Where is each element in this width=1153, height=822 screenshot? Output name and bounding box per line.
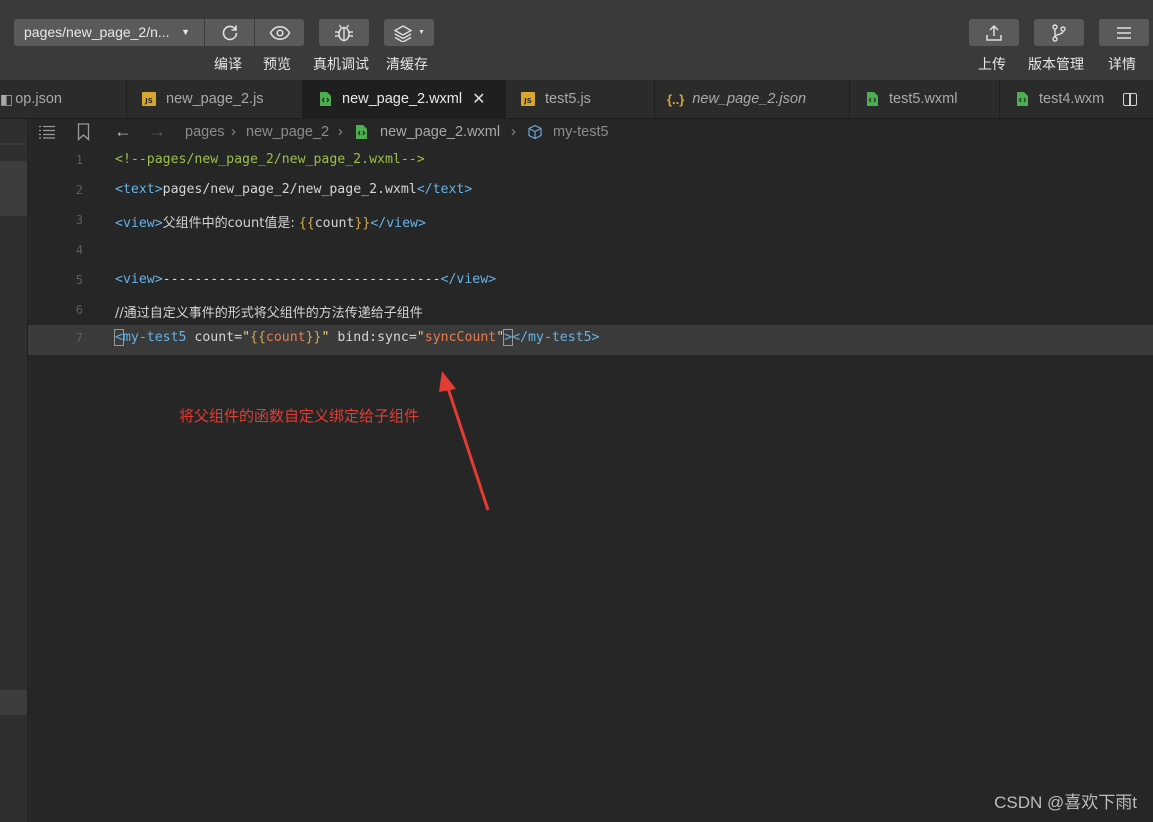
code-line-current: 7 <my-test5 count="{{count}}" bind:sync=… bbox=[28, 325, 1153, 355]
code-line: 5 <view>--------------------------------… bbox=[28, 267, 1153, 297]
split-editor-icon[interactable] bbox=[1123, 93, 1137, 106]
eye-icon bbox=[269, 25, 290, 40]
svg-text:JS: JS bbox=[523, 97, 532, 105]
version-control-button[interactable] bbox=[1034, 19, 1084, 46]
breadcrumb: ← → pages › new_page_2 › new_page_2.wxml… bbox=[28, 119, 1153, 147]
chevron-right-icon: › bbox=[511, 124, 516, 140]
tab-label: new_page_2.json bbox=[692, 91, 807, 107]
back-arrow-icon[interactable]: ← bbox=[114, 121, 132, 142]
chevron-right-icon: › bbox=[231, 124, 236, 140]
line-number: 2 bbox=[75, 183, 83, 197]
watermark: CSDN @喜欢下雨t bbox=[994, 793, 1137, 812]
editor-tab-bar: ◧ op.json JS new_page_2.js new_page_2.wx… bbox=[0, 80, 1153, 119]
tab-label: new_page_2.wxml bbox=[342, 91, 463, 107]
branch-icon bbox=[1052, 23, 1066, 42]
tab-test4-wxml[interactable]: test4.wxm bbox=[1000, 80, 1108, 118]
upload-icon bbox=[986, 24, 1002, 41]
json-file-icon: {..} bbox=[667, 91, 685, 107]
compile-label: 编译 bbox=[214, 56, 242, 72]
panel-item[interactable] bbox=[0, 690, 27, 715]
line-number: 4 bbox=[75, 243, 83, 257]
code-comment: <!--pages/new_page_2/new_page_2.wxml--> bbox=[115, 152, 425, 167]
line-number: 3 bbox=[75, 213, 83, 227]
left-side-panel bbox=[0, 119, 28, 822]
line-number: 6 bbox=[75, 303, 83, 317]
page-select-value: pages/new_page_2/n... bbox=[24, 24, 170, 40]
code-text: <text>pages/new_page_2/new_page_2.wxml</… bbox=[115, 182, 473, 197]
clear-cache-label: 清缓存 bbox=[386, 56, 428, 72]
list-icon[interactable] bbox=[38, 125, 56, 139]
page-select-dropdown[interactable]: pages/new_page_2/n... ▼ bbox=[14, 19, 204, 46]
code-text: //通过自定义事件的形式将父组件的方法传递给子组件 bbox=[115, 306, 423, 321]
js-file-icon: JS bbox=[142, 92, 156, 106]
wxml-file-icon bbox=[867, 92, 878, 106]
panel-divider bbox=[0, 143, 27, 145]
tab-test5-wxml[interactable]: test5.wxml bbox=[850, 80, 1000, 118]
code-text: <my-test5 count="{{count}}" bind:sync="s… bbox=[114, 329, 600, 346]
wxml-file-icon bbox=[320, 92, 331, 106]
details-button[interactable] bbox=[1099, 19, 1149, 46]
tab-label: op.json bbox=[15, 91, 62, 107]
red-arrow-icon bbox=[439, 371, 490, 511]
caret-down-icon: ▼ bbox=[418, 29, 425, 36]
code-line: 2 <text>pages/new_page_2/new_page_2.wxml… bbox=[28, 177, 1153, 207]
close-icon[interactable]: ✕ bbox=[472, 89, 485, 109]
bookmark-icon[interactable] bbox=[77, 123, 90, 141]
code-editor[interactable]: 1 <!--pages/new_page_2/new_page_2.wxml--… bbox=[28, 147, 1153, 822]
tab-new-page-2-wxml[interactable]: new_page_2.wxml ✕ bbox=[303, 80, 506, 118]
details-label: 详情 bbox=[1108, 56, 1136, 72]
line-number: 5 bbox=[75, 273, 83, 287]
tab-test5-js[interactable]: JS test5.js bbox=[506, 80, 655, 118]
clear-cache-button[interactable]: ▼ bbox=[384, 19, 434, 46]
compile-button[interactable] bbox=[205, 19, 254, 46]
cube-icon bbox=[528, 124, 542, 140]
svg-text:JS: JS bbox=[144, 97, 153, 105]
tab-label: test5.wxml bbox=[889, 91, 958, 107]
code-text: <view>父组件中的count值是: {{count}}</view> bbox=[115, 216, 426, 231]
tab-label: test5.js bbox=[545, 91, 591, 107]
upload-button[interactable] bbox=[969, 19, 1019, 46]
code-line: 6 //通过自定义事件的形式将父组件的方法传递给子组件 bbox=[28, 297, 1153, 327]
wxml-file-icon bbox=[356, 125, 367, 139]
line-number: 1 bbox=[75, 153, 83, 167]
forward-arrow-icon[interactable]: → bbox=[148, 121, 166, 142]
chevron-right-icon: › bbox=[338, 124, 343, 140]
code-line: 3 <view>父组件中的count值是: {{count}}</view> bbox=[28, 207, 1153, 237]
tab-label: test4.wxm bbox=[1039, 91, 1105, 107]
tab-app-json[interactable]: ◧ op.json bbox=[0, 80, 127, 118]
annotation-text: 将父组件的函数自定义绑定给子组件 bbox=[179, 408, 420, 425]
arrow-left-icon: ◧ bbox=[0, 90, 14, 107]
code-text: <view>----------------------------------… bbox=[115, 272, 497, 287]
js-file-icon: JS bbox=[521, 92, 535, 106]
breadcrumb-item[interactable]: new_page_2.wxml bbox=[380, 124, 500, 140]
preview-label: 预览 bbox=[263, 56, 291, 72]
refresh-icon bbox=[222, 25, 237, 40]
bug-icon bbox=[335, 24, 353, 41]
line-number: 7 bbox=[75, 331, 83, 345]
tab-new-page-2-js[interactable]: JS new_page_2.js bbox=[127, 80, 303, 118]
breadcrumb-item[interactable]: my-test5 bbox=[553, 124, 609, 140]
preview-button[interactable] bbox=[255, 19, 304, 46]
breadcrumb-item[interactable]: pages bbox=[185, 124, 225, 140]
remote-debug-label: 真机调试 bbox=[313, 56, 369, 72]
caret-down-icon: ▼ bbox=[181, 27, 190, 37]
code-line: 4 bbox=[28, 237, 1153, 267]
version-control-label: 版本管理 bbox=[1028, 56, 1084, 72]
upload-label: 上传 bbox=[978, 56, 1006, 72]
wxml-file-icon bbox=[1017, 92, 1028, 106]
layers-icon bbox=[393, 24, 413, 42]
tab-label: new_page_2.js bbox=[166, 91, 264, 107]
tab-new-page-2-json[interactable]: {..} new_page_2.json bbox=[655, 80, 850, 118]
menu-icon bbox=[1117, 26, 1131, 39]
panel-selected-item[interactable] bbox=[0, 161, 27, 216]
code-line: 1 <!--pages/new_page_2/new_page_2.wxml--… bbox=[28, 147, 1153, 177]
remote-debug-button[interactable] bbox=[319, 19, 369, 46]
breadcrumb-item[interactable]: new_page_2 bbox=[246, 124, 329, 140]
top-toolbar: pages/new_page_2/n... ▼ ▼ 编译 预览 真机调试 清缓存… bbox=[0, 0, 1153, 80]
